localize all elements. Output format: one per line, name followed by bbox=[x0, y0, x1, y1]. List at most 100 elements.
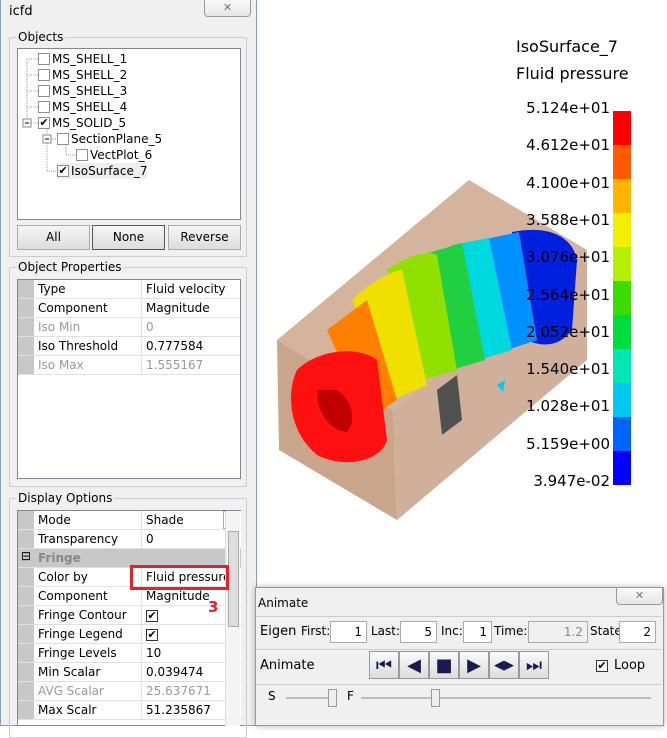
fringe-contour-key: Fringe Contour bbox=[34, 606, 142, 624]
bounce-button[interactable]: ◀▶ bbox=[489, 651, 519, 679]
properties-grid: Type Fluid velocity Component Magnitude Is… bbox=[17, 279, 241, 479]
checkbox[interactable] bbox=[57, 133, 69, 145]
time-input: 1.2 bbox=[528, 621, 588, 643]
legend-color-swatch bbox=[613, 451, 631, 485]
mode-key: Mode bbox=[34, 511, 142, 529]
reverse-button[interactable]: Reverse bbox=[168, 225, 241, 250]
first-frame-button[interactable]: ⏮ bbox=[369, 651, 399, 679]
animate-dialog: Animate ✕ Eigen First: 1 Last: 5 Inc: 1 … bbox=[255, 587, 664, 726]
animate-close-button[interactable]: ✕ bbox=[616, 588, 663, 605]
item-label: MS_SOLID_5 bbox=[52, 116, 127, 130]
legend-color-swatch bbox=[613, 417, 631, 451]
tree-item-vectplot-6[interactable]: VectPlot_6 bbox=[76, 147, 152, 163]
item-label: MS_SHELL_4 bbox=[52, 100, 128, 114]
checkbox-checked[interactable]: ✔ bbox=[57, 165, 69, 177]
display-grid: ModeShade▼ Transparency0 ⊟Fringe Color b… bbox=[17, 510, 241, 726]
prop-value[interactable]: Fluid velocity bbox=[142, 280, 240, 298]
animate-checkbox[interactable]: Animate bbox=[260, 658, 314, 673]
all-button[interactable]: All bbox=[17, 225, 90, 250]
item-label: VectPlot_6 bbox=[90, 148, 153, 162]
legend-color-swatch bbox=[613, 213, 631, 247]
legend-color-swatch bbox=[613, 383, 631, 417]
color-by-key: Color by bbox=[34, 568, 142, 586]
checkbox[interactable] bbox=[38, 53, 50, 65]
item-label: MS_SHELL_2 bbox=[52, 68, 128, 82]
prop-key: Iso Threshold bbox=[34, 337, 142, 355]
legend-label: 4.612e+01 bbox=[526, 136, 610, 155]
speed-slider[interactable] bbox=[286, 689, 337, 707]
legend-subtitle: Fluid pressure bbox=[516, 64, 629, 83]
legend-color-swatch bbox=[613, 179, 631, 213]
transparency-key: Transparency bbox=[34, 530, 142, 548]
frame-slider[interactable] bbox=[361, 689, 651, 707]
display-scrollbar[interactable] bbox=[225, 511, 240, 726]
checkbox[interactable] bbox=[38, 101, 50, 113]
fringe-levels-key: Fringe Levels bbox=[34, 644, 142, 662]
prop-value: 1.555167 bbox=[146, 358, 204, 372]
tree-item-isosurface-7[interactable]: ✔ IsoSurface_7 bbox=[57, 163, 148, 179]
prop-key: Type bbox=[34, 280, 142, 298]
legend-color-swatch bbox=[613, 349, 631, 383]
legend-color-swatch bbox=[613, 281, 631, 315]
tree-item-sectionplane-5[interactable]: SectionPlane_5 bbox=[57, 131, 162, 147]
item-label: MS_SHELL_1 bbox=[52, 52, 128, 66]
loop-checkbox[interactable]: ✔ Loop bbox=[596, 658, 645, 673]
legend-label: 3.947e-02 bbox=[533, 472, 610, 490]
checkbox[interactable] bbox=[76, 149, 88, 161]
checkbox[interactable] bbox=[38, 69, 50, 81]
tree-item-ms-shell-1[interactable]: MS_SHELL_1 bbox=[38, 51, 127, 67]
min-scalar-key: Min Scalar bbox=[34, 663, 142, 681]
legend-color-swatch bbox=[613, 111, 631, 145]
prop-key: Iso Min bbox=[34, 318, 142, 336]
legend-label: 4.100e+01 bbox=[526, 173, 610, 192]
scrollbar-thumb[interactable] bbox=[228, 531, 239, 627]
close-button[interactable]: ✕ bbox=[204, 0, 251, 17]
legend-label: 3.076e+01 bbox=[526, 248, 610, 267]
object-properties-label: Object Properties bbox=[16, 260, 124, 274]
legend-label: 2.564e+01 bbox=[526, 285, 610, 304]
legend-title: IsoSurface_7 bbox=[516, 37, 618, 56]
last-label: Last: bbox=[371, 624, 401, 638]
inc-label: Inc: bbox=[441, 624, 463, 638]
checkbox-checked[interactable]: ✔ bbox=[38, 117, 50, 129]
item-label: IsoSurface_7 bbox=[71, 164, 148, 178]
legend-color-swatch bbox=[613, 247, 631, 281]
frame-label: F bbox=[347, 689, 354, 703]
item-label: SectionPlane_5 bbox=[71, 132, 163, 146]
tree-item-ms-solid-5[interactable]: ✔ MS_SOLID_5 bbox=[38, 115, 126, 131]
display-options-label: Display Options bbox=[16, 491, 115, 505]
play-button[interactable]: ▶ bbox=[459, 651, 489, 679]
fringe-legend-checkbox[interactable]: ✔ bbox=[146, 629, 158, 641]
legend-label: 1.540e+01 bbox=[526, 360, 610, 379]
last-frame-button[interactable]: ⏭ bbox=[519, 651, 549, 679]
last-input[interactable]: 5 bbox=[400, 621, 437, 643]
component-key: Component bbox=[34, 587, 142, 605]
animate-label: Animate bbox=[260, 658, 315, 673]
iso-threshold-value[interactable]: 0.777584 bbox=[142, 337, 240, 355]
legend-label: 5.124e+01 bbox=[526, 99, 610, 117]
step-back-button[interactable]: ◀ bbox=[399, 651, 429, 679]
frame-slider-thumb[interactable] bbox=[431, 689, 440, 707]
speed-slider-thumb[interactable] bbox=[328, 689, 337, 707]
object-tree[interactable]: MS_SHELL_1 MS_SHELL_2 MS_SHELL_3 MS_SHEL… bbox=[17, 48, 241, 220]
legend-label: 5.159e+00 bbox=[526, 434, 610, 453]
first-label: First: bbox=[301, 624, 331, 638]
prop-value[interactable]: Magnitude bbox=[142, 299, 240, 317]
checkbox[interactable] bbox=[38, 85, 50, 97]
stop-button[interactable]: ■ bbox=[429, 651, 459, 679]
legend-color-swatch bbox=[613, 315, 631, 349]
legend-label: 3.588e+01 bbox=[526, 210, 610, 229]
objects-label: Objects bbox=[16, 30, 66, 44]
item-label: MS_SHELL_3 bbox=[52, 84, 128, 98]
tree-item-ms-shell-4[interactable]: MS_SHELL_4 bbox=[38, 99, 127, 115]
legend-label: 2.052e+01 bbox=[526, 322, 610, 341]
prop-value: 0 bbox=[146, 320, 154, 334]
none-button[interactable]: None bbox=[92, 225, 165, 250]
fringe-contour-checkbox[interactable]: ✔ bbox=[146, 610, 158, 622]
inc-input[interactable]: 1 bbox=[463, 621, 492, 643]
tree-item-ms-shell-3[interactable]: MS_SHELL_3 bbox=[38, 83, 127, 99]
collapse-icon[interactable]: ⊟ bbox=[18, 549, 34, 567]
tree-item-ms-shell-2[interactable]: MS_SHELL_2 bbox=[38, 67, 127, 83]
first-input[interactable]: 1 bbox=[330, 621, 367, 643]
state-input[interactable]: 2 bbox=[619, 621, 656, 643]
